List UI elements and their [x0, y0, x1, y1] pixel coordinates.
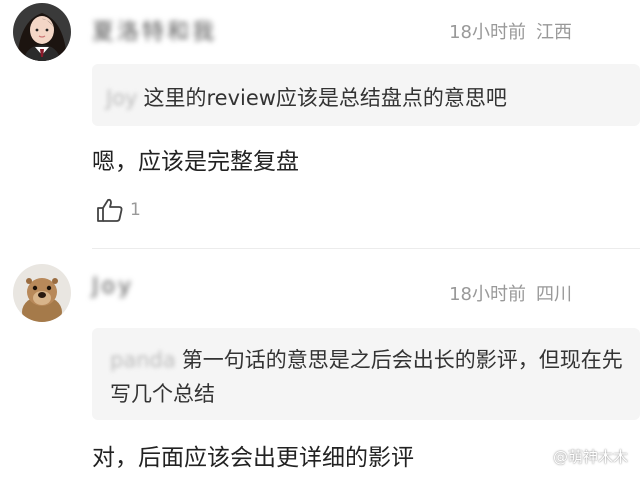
quote-text-line: Joy 这里的review应该是总结盘点的意思吧	[106, 81, 626, 115]
username[interactable]: 夏洛特和我	[92, 14, 217, 46]
avatar[interactable]	[13, 264, 71, 322]
quote-author: Joy	[106, 86, 138, 110]
timestamp: 18小时前	[449, 22, 526, 43]
quoted-comment[interactable]: Joy 这里的review应该是总结盘点的意思吧	[92, 64, 640, 126]
timestamp: 18小时前	[449, 284, 526, 305]
like-button[interactable]: 1	[96, 197, 141, 223]
reply-text: 对，后面应该会出更详细的影评	[92, 445, 414, 471]
thumbs-up-icon	[97, 198, 123, 222]
username[interactable]: Joy	[92, 274, 134, 299]
quote-text-line: panda 第一句话的意思是之后会出长的影评，但现在先写几个总结	[110, 343, 626, 411]
quote-author: panda	[110, 348, 176, 372]
location: 江西	[536, 22, 572, 43]
comment-meta: 18小时前 四川	[449, 280, 572, 306]
comment-item: 夏洛特和我 18小时前 江西 Joy 这里的review应该是总结盘点的意思吧 嗯，…	[0, 0, 640, 246]
comment-item: Joy 18小时前 四川 panda 第一句话的意思是之后会出长的影评，但现在先写几…	[0, 252, 640, 480]
quoted-comment[interactable]: panda 第一句话的意思是之后会出长的影评，但现在先写几个总结	[92, 328, 640, 420]
like-count: 1	[130, 200, 141, 220]
reply-text: 嗯，应该是完整复盘	[92, 149, 299, 175]
quote-content: 第一句话的意思是之后会出长的影评，但现在先写几个总结	[110, 348, 623, 406]
watermark: @萌神木木	[552, 448, 628, 466]
quote-content: 这里的review应该是总结盘点的意思吧	[143, 86, 507, 110]
avatar[interactable]	[13, 3, 71, 61]
comment-meta: 18小时前 江西	[449, 18, 572, 44]
location: 四川	[536, 284, 572, 305]
divider	[92, 248, 640, 249]
